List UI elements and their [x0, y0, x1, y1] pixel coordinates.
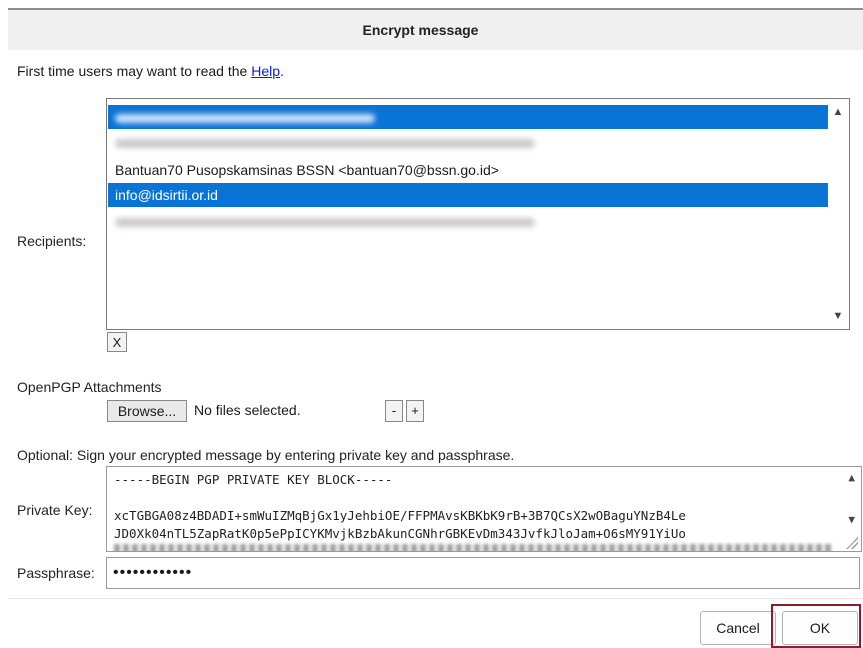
dialog-titlebar: Encrypt message	[8, 8, 863, 50]
resize-grip-icon[interactable]	[846, 537, 858, 549]
signing-instruction: Optional: Sign your encrypted message by…	[17, 447, 515, 463]
remove-attachment-button[interactable]: -	[385, 400, 403, 422]
recipient-item[interactable]	[108, 209, 535, 233]
key-line: -----BEGIN PGP PRIVATE KEY BLOCK-----	[114, 472, 393, 487]
help-suffix-text: .	[280, 63, 284, 79]
recipients-list[interactable]: Bantuan70 Pusopskamsinas BSSN <bantuan70…	[106, 98, 850, 330]
private-key-label: Private Key:	[17, 502, 93, 518]
help-line: First time users may want to read the He…	[17, 63, 284, 79]
cancel-button[interactable]: Cancel	[700, 611, 776, 645]
dialog-title: Encrypt message	[362, 22, 479, 38]
redacted-text	[115, 217, 535, 227]
redacted-text	[115, 113, 375, 123]
scroll-down-icon[interactable]: ▼	[848, 513, 855, 526]
key-line: xcTGBGA08z4BDADI+smWuIZMqBjGx1yJehbiOE/F…	[114, 508, 686, 523]
recipient-item[interactable]: Bantuan70 Pusopskamsinas BSSN <bantuan70…	[108, 158, 499, 182]
key-line: JD0Xk04nTL5ZapRatK0p5ePpICYKMvjkBzbAkunC…	[114, 526, 686, 541]
recipient-item[interactable]	[108, 105, 828, 129]
help-link[interactable]: Help	[251, 63, 280, 79]
scroll-up-icon[interactable]: ▲	[848, 471, 855, 484]
encrypt-message-dialog: Encrypt message First time users may wan…	[0, 0, 863, 648]
passphrase-label: Passphrase:	[17, 565, 95, 581]
browse-button[interactable]: Browse...	[107, 400, 187, 422]
recipients-label: Recipients:	[17, 233, 87, 249]
private-key-textarea[interactable]: -----BEGIN PGP PRIVATE KEY BLOCK----- xc…	[106, 466, 862, 552]
remove-recipient-button[interactable]: X	[107, 332, 127, 352]
scroll-up-icon[interactable]: ▲	[831, 105, 845, 119]
help-prefix-text: First time users may want to read the	[17, 63, 252, 79]
footer-divider	[8, 598, 863, 599]
recipient-item[interactable]: info@idsirtii.or.id	[108, 183, 828, 207]
ok-highlight-box	[771, 604, 861, 648]
attachments-label: OpenPGP Attachments	[17, 379, 162, 395]
scroll-down-icon[interactable]: ▼	[831, 309, 845, 323]
redacted-text	[115, 138, 535, 148]
passphrase-input[interactable]: ••••••••••••	[106, 557, 860, 589]
recipient-item[interactable]	[108, 130, 535, 154]
add-attachment-button[interactable]: +	[406, 400, 424, 422]
attachment-status: No files selected.	[194, 402, 301, 418]
redacted-text	[114, 544, 834, 551]
